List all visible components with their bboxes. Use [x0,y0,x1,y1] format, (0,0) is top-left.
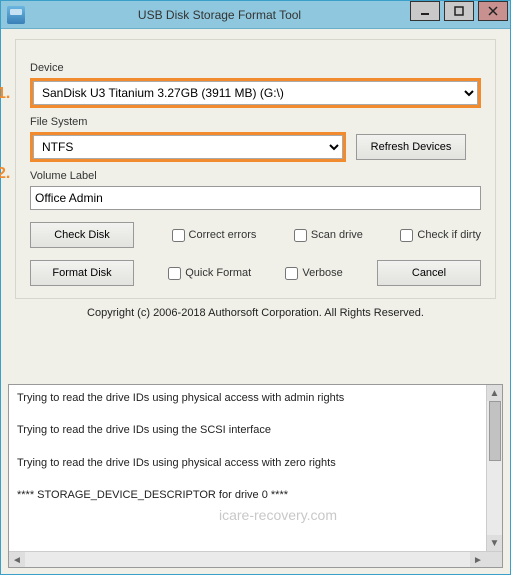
verbose-checkbox-label[interactable]: Verbose [285,267,342,280]
quick-format-checkbox[interactable] [168,267,181,280]
app-window: USB Disk Storage Format Tool 1. 2. Devic… [0,0,511,575]
refresh-devices-button[interactable]: Refresh Devices [356,134,466,160]
maximize-button[interactable] [444,1,474,21]
log-textarea[interactable]: Trying to read the drive IDs using physi… [8,384,503,568]
format-disk-button[interactable]: Format Disk [30,260,134,286]
scroll-right-icon[interactable]: ► [470,552,486,568]
titlebar: USB Disk Storage Format Tool [1,1,510,29]
check-if-dirty-checkbox-label[interactable]: Check if dirty [400,229,481,242]
scroll-left-icon[interactable]: ◄ [9,552,25,568]
form-section: Device SanDisk U3 Titanium 3.27GB (3911 … [15,39,496,299]
scroll-up-icon[interactable]: ▲ [487,385,502,401]
check-disk-button[interactable]: Check Disk [30,222,134,248]
log-line: **** STORAGE_DEVICE_DESCRIPTOR for drive… [17,488,494,502]
device-select[interactable]: SanDisk U3 Titanium 3.27GB (3911 MB) (G:… [33,81,478,105]
copyright-text: Copyright (c) 2006-2018 Authorsoft Corpo… [15,307,496,319]
content-area: 1. 2. Device SanDisk U3 Titanium 3.27GB … [1,29,510,331]
scroll-thumb[interactable] [489,401,501,461]
scroll-corner [486,552,502,568]
volume-label-input[interactable] [30,186,481,210]
usb-disk-icon [7,6,25,24]
quick-format-checkbox-label[interactable]: Quick Format [168,267,251,280]
check-if-dirty-checkbox[interactable] [400,229,413,242]
callout-1: 1. [0,85,10,103]
filesystem-highlight-box: NTFS [30,132,346,162]
callout-2: 2. [0,165,10,183]
window-controls [408,1,510,28]
verbose-checkbox[interactable] [285,267,298,280]
volumelabel-label: Volume Label [30,170,481,182]
cancel-button[interactable]: Cancel [377,260,481,286]
close-button[interactable] [478,1,508,21]
horizontal-scrollbar[interactable]: ◄ ► [9,551,502,567]
scan-drive-checkbox-label[interactable]: Scan drive [294,229,363,242]
log-line: Trying to read the drive IDs using physi… [17,391,494,405]
window-title: USB Disk Storage Format Tool [31,8,408,22]
correct-errors-checkbox[interactable] [172,229,185,242]
log-line: Trying to read the drive IDs using physi… [17,456,494,470]
vertical-scrollbar[interactable]: ▲ ▼ [486,385,502,551]
scan-drive-checkbox[interactable] [294,229,307,242]
correct-errors-checkbox-label[interactable]: Correct errors [172,229,257,242]
device-highlight-box: SanDisk U3 Titanium 3.27GB (3911 MB) (G:… [30,78,481,108]
log-line: Trying to read the drive IDs using the S… [17,423,494,437]
device-label: Device [30,62,481,74]
scroll-down-icon[interactable]: ▼ [487,535,502,551]
minimize-button[interactable] [410,1,440,21]
log-content: Trying to read the drive IDs using physi… [9,385,502,549]
filesystem-select[interactable]: NTFS [33,135,343,159]
filesystem-label: File System [30,116,481,128]
